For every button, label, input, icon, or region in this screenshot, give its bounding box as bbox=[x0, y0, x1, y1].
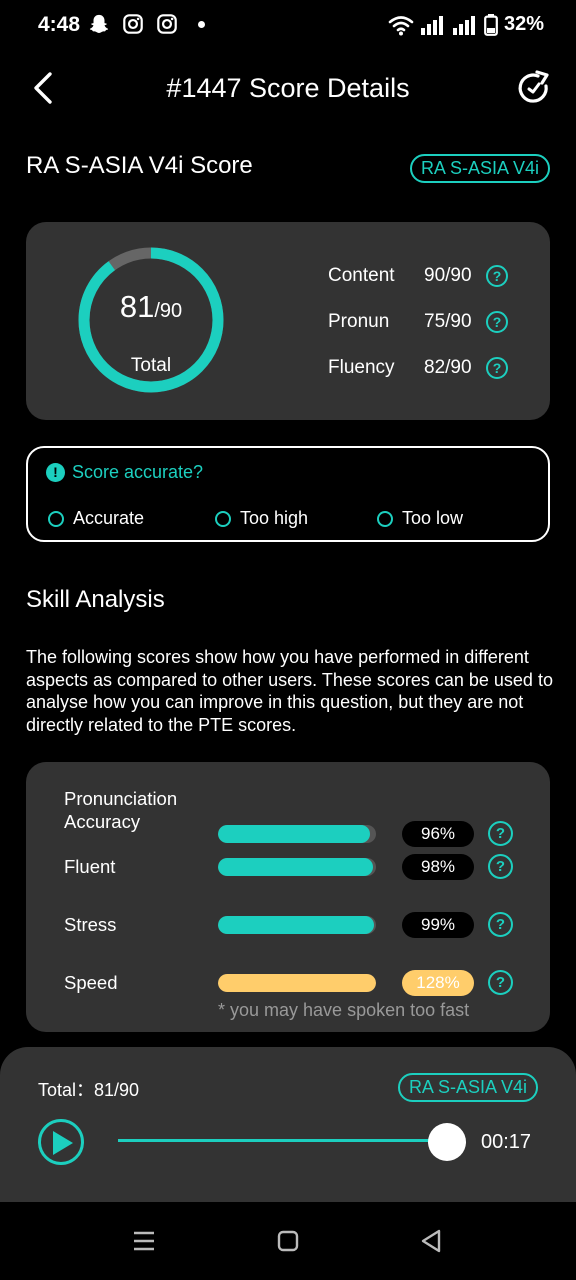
playback-time: 00:17 bbox=[481, 1131, 532, 1153]
feedback-option-too-high[interactable]: Too high bbox=[215, 508, 308, 529]
total-score-ring: 81/90 Total bbox=[76, 245, 226, 395]
play-button[interactable] bbox=[38, 1119, 84, 1165]
skill-row: Pronunciation Accuracy 96% ? bbox=[26, 787, 550, 847]
skill-name: Fluent bbox=[64, 856, 116, 877]
feedback-option-label: Accurate bbox=[73, 508, 145, 528]
total-score: 81/90 bbox=[76, 289, 226, 325]
score-row-value: 90/90 bbox=[424, 265, 472, 286]
status-notification-icons bbox=[88, 13, 205, 35]
status-time: 4:48 bbox=[38, 13, 81, 36]
signal-icon bbox=[452, 15, 475, 35]
feedback-question: Score accurate? bbox=[72, 462, 204, 482]
home-icon[interactable] bbox=[275, 1228, 301, 1254]
skill-row: Fluent 98% ? bbox=[26, 854, 550, 905]
total-score-value: 81 bbox=[119, 289, 155, 324]
status-system-icons: 32% bbox=[388, 13, 544, 36]
radio-icon[interactable] bbox=[215, 510, 231, 527]
speed-warning-note: * you may have spoken too fast bbox=[218, 1000, 470, 1020]
radio-icon[interactable] bbox=[377, 510, 393, 527]
refresh-button[interactable] bbox=[516, 70, 552, 106]
skill-percent: 98% bbox=[402, 854, 474, 880]
skill-analysis-description: The following scores show how you have p… bbox=[26, 647, 553, 735]
skill-bar-fill bbox=[218, 858, 373, 876]
notification-dot-icon bbox=[198, 20, 205, 28]
refresh-icon bbox=[518, 70, 549, 103]
score-row-value: 82/90 bbox=[424, 357, 472, 378]
total-label: Total bbox=[130, 355, 172, 376]
player-total-score: Total：81/90 bbox=[38, 1080, 140, 1100]
radio-icon[interactable] bbox=[48, 510, 64, 527]
score-card: 81/90 Total Content 90/90 ? Pronun 75/90… bbox=[26, 222, 550, 420]
skill-bar-fill bbox=[218, 825, 370, 843]
app-header: #1447 Score Details bbox=[0, 60, 576, 120]
play-icon bbox=[53, 1131, 73, 1155]
score-section-title: RA S-ASIA V4i Score bbox=[26, 152, 253, 179]
help-icon[interactable]: ? bbox=[488, 854, 513, 879]
signal-icon bbox=[420, 15, 443, 35]
score-row-label: Fluency bbox=[328, 357, 395, 378]
skill-name: Speed bbox=[64, 972, 118, 993]
wifi-icon bbox=[388, 15, 414, 35]
help-icon[interactable]: ? bbox=[486, 357, 508, 379]
feedback-option-label: Too high bbox=[240, 508, 309, 528]
skill-analysis-card: Pronunciation Accuracy 96% ? Fluent 98% … bbox=[26, 762, 550, 1032]
skill-percent: 99% bbox=[402, 912, 474, 938]
skill-percent: 96% bbox=[402, 821, 474, 847]
question-type-tag: RA S-ASIA V4i bbox=[409, 154, 550, 183]
recent-apps-icon[interactable] bbox=[131, 1228, 157, 1254]
skill-bar-track bbox=[218, 974, 376, 992]
battery-icon bbox=[484, 13, 498, 36]
help-icon[interactable]: ? bbox=[486, 265, 508, 287]
player-question-tag: RA S-ASIA V4i bbox=[397, 1073, 538, 1102]
system-nav-bar bbox=[0, 1202, 576, 1280]
snapchat-icon bbox=[89, 14, 109, 33]
status-bar: 4:48 32% bbox=[0, 0, 576, 52]
feedback-option-too-low[interactable]: Too low bbox=[377, 508, 463, 529]
battery-percent: 32% bbox=[503, 13, 544, 35]
score-feedback-card: ! Score accurate? Accurate Too high Too … bbox=[26, 446, 550, 542]
skill-percent: 128% bbox=[402, 970, 474, 996]
help-icon[interactable]: ? bbox=[488, 821, 513, 846]
skill-analysis-title: Skill Analysis bbox=[26, 586, 165, 613]
skill-bar-track bbox=[218, 858, 376, 876]
alert-icon: ! bbox=[46, 463, 65, 482]
score-row-label: Content bbox=[328, 265, 395, 286]
total-score-max: /90 bbox=[154, 300, 183, 322]
feedback-option-accurate[interactable]: Accurate bbox=[48, 508, 144, 529]
instagram-icon bbox=[157, 14, 177, 34]
skill-bar-track bbox=[218, 825, 376, 843]
help-icon[interactable]: ? bbox=[488, 912, 513, 937]
playback-progress-bar[interactable] bbox=[118, 1139, 448, 1142]
skill-bar-fill bbox=[218, 916, 375, 934]
score-row-value: 75/90 bbox=[424, 311, 472, 332]
skill-row: Stress 99% ? bbox=[26, 912, 550, 963]
help-icon[interactable]: ? bbox=[486, 311, 508, 333]
instagram-icon bbox=[123, 14, 143, 34]
skill-bar-fill bbox=[218, 974, 376, 992]
nav-back-icon[interactable] bbox=[418, 1228, 444, 1254]
help-icon[interactable]: ? bbox=[488, 970, 513, 995]
feedback-option-label: Too low bbox=[402, 508, 464, 528]
score-row-label: Pronun bbox=[328, 311, 390, 332]
skill-name: Pronunciation Accuracy bbox=[64, 788, 178, 832]
skill-name: Stress bbox=[64, 914, 117, 935]
audio-player: Total：81/90 RA S-ASIA V4i 00:17 bbox=[0, 1047, 576, 1202]
page-title: #1447 Score Details bbox=[166, 73, 410, 103]
playback-slider-handle[interactable] bbox=[428, 1123, 466, 1161]
skill-bar-track bbox=[218, 916, 376, 934]
